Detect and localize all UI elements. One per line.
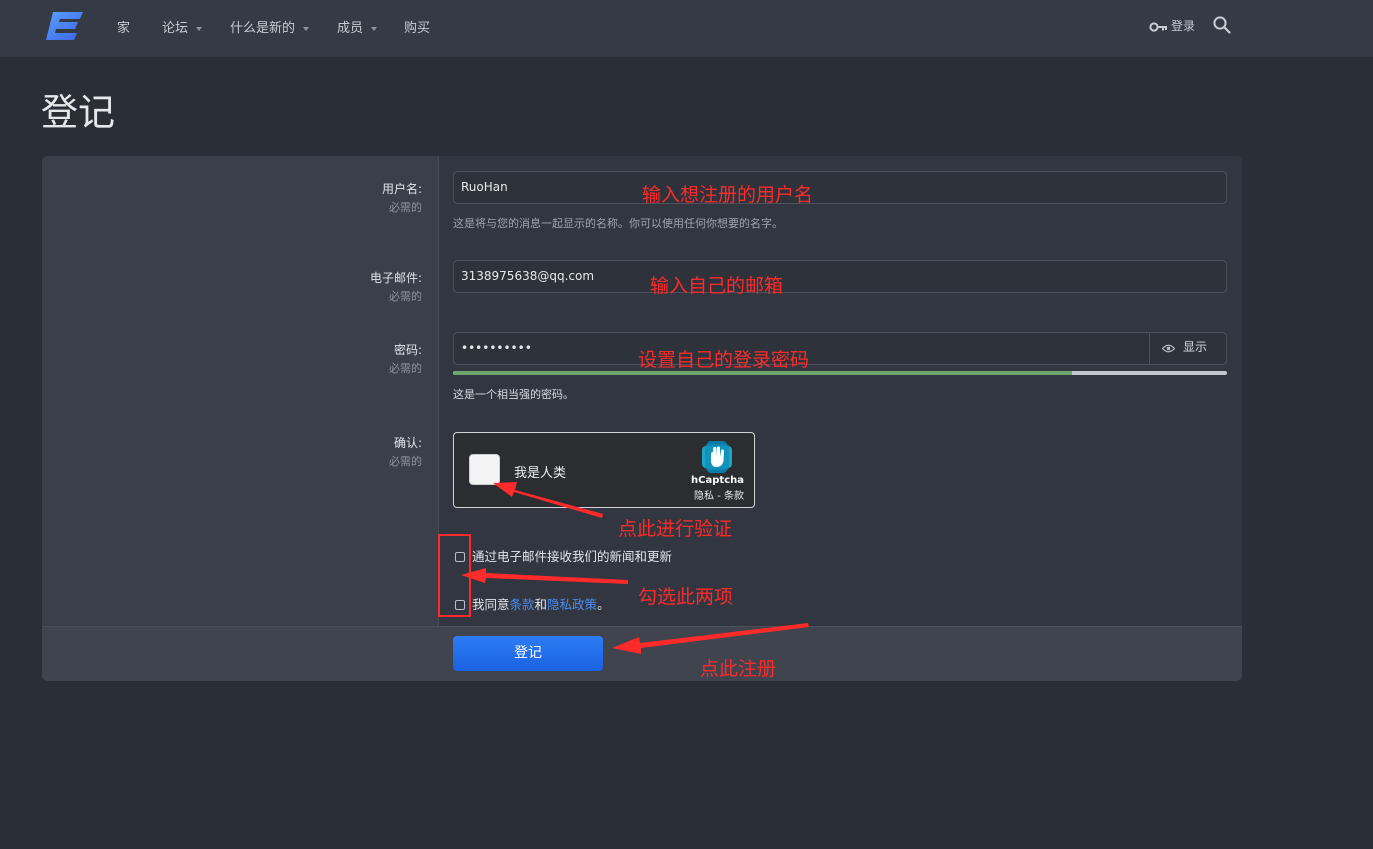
password-strength-meter	[453, 371, 1227, 375]
username-explain: 这是将与您的消息一起显示的名称。你可以使用任何你想要的名字。	[453, 217, 783, 230]
annotation-highlight-box	[438, 534, 471, 617]
captcha-brand: hCaptcha	[691, 475, 744, 486]
chevron-down-icon[interactable]	[303, 26, 310, 31]
newsletter-option[interactable]: 通过电子邮件接收我们的新闻和更新	[455, 546, 672, 565]
nav-item-label: 什么是新的	[230, 21, 296, 36]
newsletter-label: 通过电子邮件接收我们的新闻和更新	[472, 549, 673, 564]
agree-suffix: 。	[597, 597, 610, 612]
nav-item-label: 成员	[337, 21, 364, 36]
required-hint: 必需的	[389, 455, 422, 468]
nav-item-home[interactable]: 家	[117, 17, 130, 36]
register-submit-button[interactable]: 登记	[453, 636, 603, 671]
search-icon[interactable]	[1212, 15, 1232, 35]
form-footer	[42, 626, 1242, 681]
form-labels-column	[42, 156, 438, 626]
email-input[interactable]: 3138975638@qq.com	[453, 260, 1227, 293]
password-strength-text: 这是一个相当强的密码。	[453, 388, 574, 401]
page-title: 登记	[41, 91, 115, 134]
terms-link[interactable]: 条款	[510, 597, 535, 612]
password-input[interactable]: ••••••••••	[453, 332, 1227, 365]
agree-prefix: 我同意	[472, 597, 510, 612]
privacy-policy-link[interactable]: 隐私政策	[547, 597, 597, 612]
nav-item-buy[interactable]: 购买	[404, 17, 430, 36]
login-link[interactable]: 登录	[1149, 17, 1195, 34]
nav-item-label: 家	[117, 21, 131, 36]
username-input[interactable]: RuoHan	[453, 171, 1227, 204]
captcha-label: 我是人类	[514, 466, 567, 481]
hcaptcha-logo-icon	[702, 441, 732, 473]
show-password-button[interactable]: 显示	[1149, 332, 1227, 365]
annotation-submit: 点此注册	[700, 658, 777, 680]
annotation-email: 输入自己的邮箱	[650, 275, 784, 297]
key-icon	[1149, 22, 1167, 32]
nav-item-label: 购买	[404, 21, 431, 36]
hcaptcha-widget: 我是人类 hCaptcha 隐私 - 条款	[453, 432, 755, 508]
annotation-checkboxes: 勾选此两项	[638, 586, 734, 608]
show-password-label: 显示	[1183, 340, 1208, 354]
required-hint: 必需的	[389, 362, 422, 375]
annotation-password: 设置自己的登录密码	[638, 349, 810, 371]
login-label: 登录	[1171, 19, 1196, 33]
annotation-username: 输入想注册的用户名	[642, 184, 814, 206]
password-label: 密码:	[393, 343, 422, 357]
agree-and: 和	[534, 597, 548, 612]
site-logo[interactable]	[45, 10, 85, 42]
required-hint: 必需的	[389, 290, 422, 303]
agree-option[interactable]: 我同意条款和隐私政策。	[455, 594, 610, 613]
chevron-down-icon[interactable]	[371, 26, 378, 31]
nav-item-members[interactable]: 成员	[337, 17, 378, 36]
username-label: 用户名:	[381, 182, 422, 196]
required-hint: 必需的	[389, 201, 422, 214]
captcha-privacy-terms[interactable]: 隐私 - 条款	[694, 487, 744, 502]
nav-item-forums[interactable]: 论坛	[162, 17, 203, 36]
nav-item-label: 论坛	[162, 21, 189, 36]
annotation-captcha: 点此进行验证	[618, 518, 733, 540]
chevron-down-icon[interactable]	[196, 26, 203, 31]
eye-icon	[1161, 344, 1176, 353]
email-label: 电子邮件:	[369, 271, 422, 285]
nav-item-whats-new[interactable]: 什么是新的	[230, 17, 310, 36]
top-navigation: 家 论坛 什么是新的 成员 购买 登录	[0, 0, 1373, 57]
confirm-label: 确认:	[393, 436, 422, 450]
captcha-checkbox[interactable]	[469, 454, 500, 485]
